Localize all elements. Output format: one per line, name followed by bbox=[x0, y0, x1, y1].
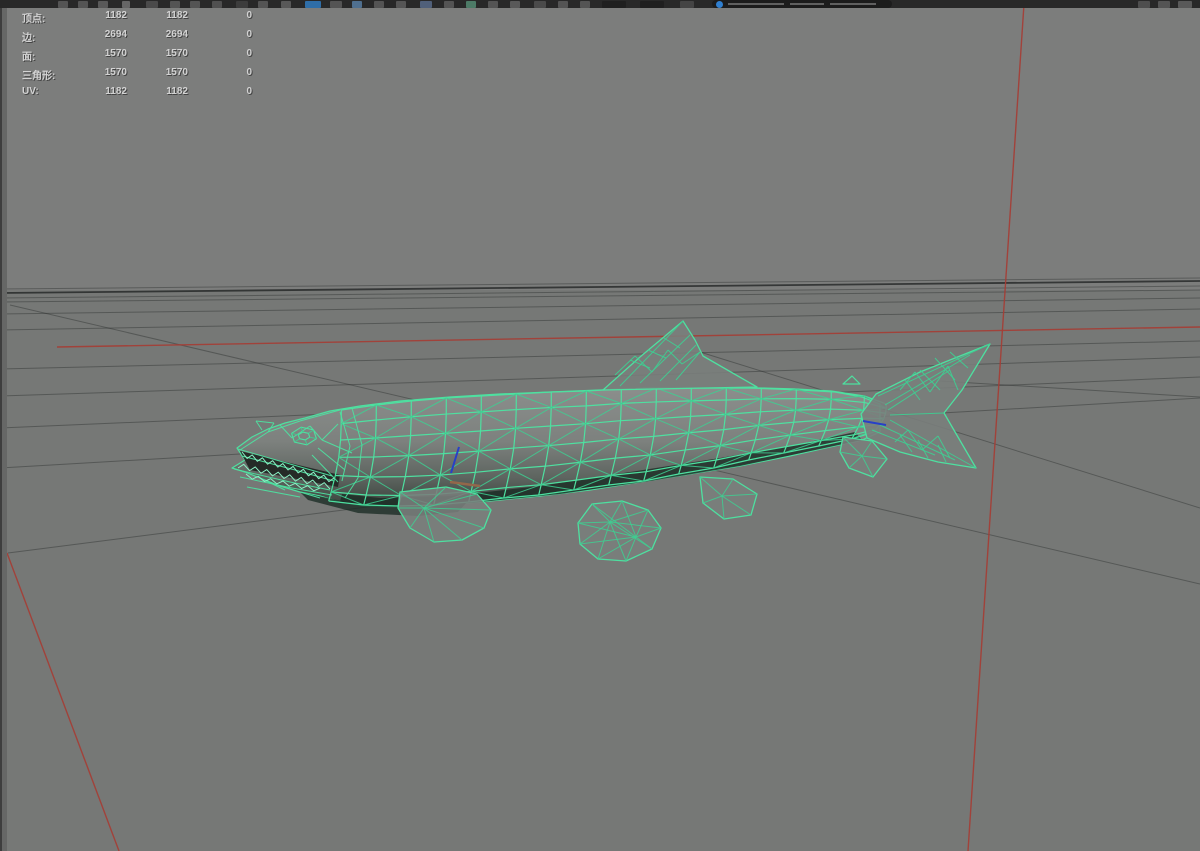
toolbar-icon[interactable] bbox=[190, 1, 200, 8]
hud-component-value: 0 bbox=[246, 67, 252, 78]
toolbar-icon[interactable] bbox=[78, 1, 88, 8]
toolbar-strip-cropped[interactable] bbox=[0, 0, 1200, 8]
toolbar-icon[interactable] bbox=[212, 1, 222, 8]
hud-component-value: 0 bbox=[246, 86, 252, 97]
toolbar-icon[interactable] bbox=[98, 1, 108, 8]
toolbar-icon[interactable] bbox=[420, 1, 432, 8]
ground-plane bbox=[0, 290, 1200, 851]
toolbar-icon[interactable] bbox=[352, 1, 362, 8]
hud-total-value: 1182 bbox=[105, 86, 127, 97]
hud-component-value: 0 bbox=[246, 48, 252, 59]
toolbar-icon[interactable] bbox=[305, 1, 321, 8]
toolbar-icon[interactable] bbox=[146, 1, 158, 8]
viewport-left-border-highlight bbox=[2, 8, 7, 851]
toolbar-icon[interactable] bbox=[396, 1, 406, 8]
hud-label: 面: bbox=[22, 52, 36, 63]
toolbar-icon[interactable] bbox=[1138, 1, 1150, 8]
hud-total-value: 1570 bbox=[104, 48, 127, 59]
toolbar-icon[interactable] bbox=[1158, 1, 1170, 8]
toolbar-icon[interactable] bbox=[510, 1, 520, 8]
hud-label: UV: bbox=[22, 86, 39, 97]
toolbar-icon[interactable] bbox=[281, 1, 291, 8]
hud-selected-value: 1570 bbox=[165, 48, 188, 59]
viewport-label-capsule[interactable] bbox=[712, 0, 892, 8]
toolbar-icon[interactable] bbox=[558, 1, 568, 8]
hud-label: 顶点: bbox=[22, 14, 46, 25]
toolbar-icon[interactable] bbox=[466, 1, 476, 8]
toolbar-icon[interactable] bbox=[170, 1, 180, 8]
hud-label: 边: bbox=[22, 33, 36, 44]
toolbar-icon[interactable] bbox=[1178, 1, 1192, 8]
hud-total-value: 2694 bbox=[104, 29, 127, 40]
hud-component-value: 0 bbox=[246, 10, 252, 21]
toolbar-icon[interactable] bbox=[640, 1, 664, 8]
viewport-3d[interactable] bbox=[0, 0, 1200, 851]
hud-selected-value: 1182 bbox=[166, 86, 188, 97]
camera-icon bbox=[716, 1, 723, 8]
toolbar-icon[interactable] bbox=[374, 1, 384, 8]
toolbar-icon[interactable] bbox=[488, 1, 498, 8]
toolbar-icon[interactable] bbox=[680, 1, 694, 8]
toolbar-icon[interactable] bbox=[580, 1, 590, 8]
hud-selected-value: 1182 bbox=[166, 10, 188, 21]
application-window: 顶点: 1182 1182 0 边: 2694 2694 0 面: 1570 1570 0 三角形: 15… bbox=[0, 0, 1200, 851]
toolbar-icon[interactable] bbox=[58, 1, 68, 8]
toolbar-icon[interactable] bbox=[602, 1, 626, 8]
hud-total-value: 1182 bbox=[105, 10, 127, 21]
toolbar-icon[interactable] bbox=[534, 1, 546, 8]
toolbar-icon[interactable] bbox=[330, 1, 342, 8]
toolbar-icon[interactable] bbox=[236, 1, 248, 8]
hud-label: 三角形: bbox=[22, 71, 56, 82]
toolbar-icon[interactable] bbox=[258, 1, 268, 8]
hud-selected-value: 1570 bbox=[165, 67, 188, 78]
hud-total-value: 1570 bbox=[104, 67, 127, 78]
toolbar-icon[interactable] bbox=[444, 1, 454, 8]
hud-component-value: 0 bbox=[246, 29, 252, 40]
cropped-label-text bbox=[830, 3, 876, 5]
hud-selected-value: 2694 bbox=[165, 29, 188, 40]
toolbar-icon[interactable] bbox=[122, 1, 130, 8]
cropped-label-text bbox=[790, 3, 824, 5]
cropped-label-text bbox=[728, 3, 784, 5]
